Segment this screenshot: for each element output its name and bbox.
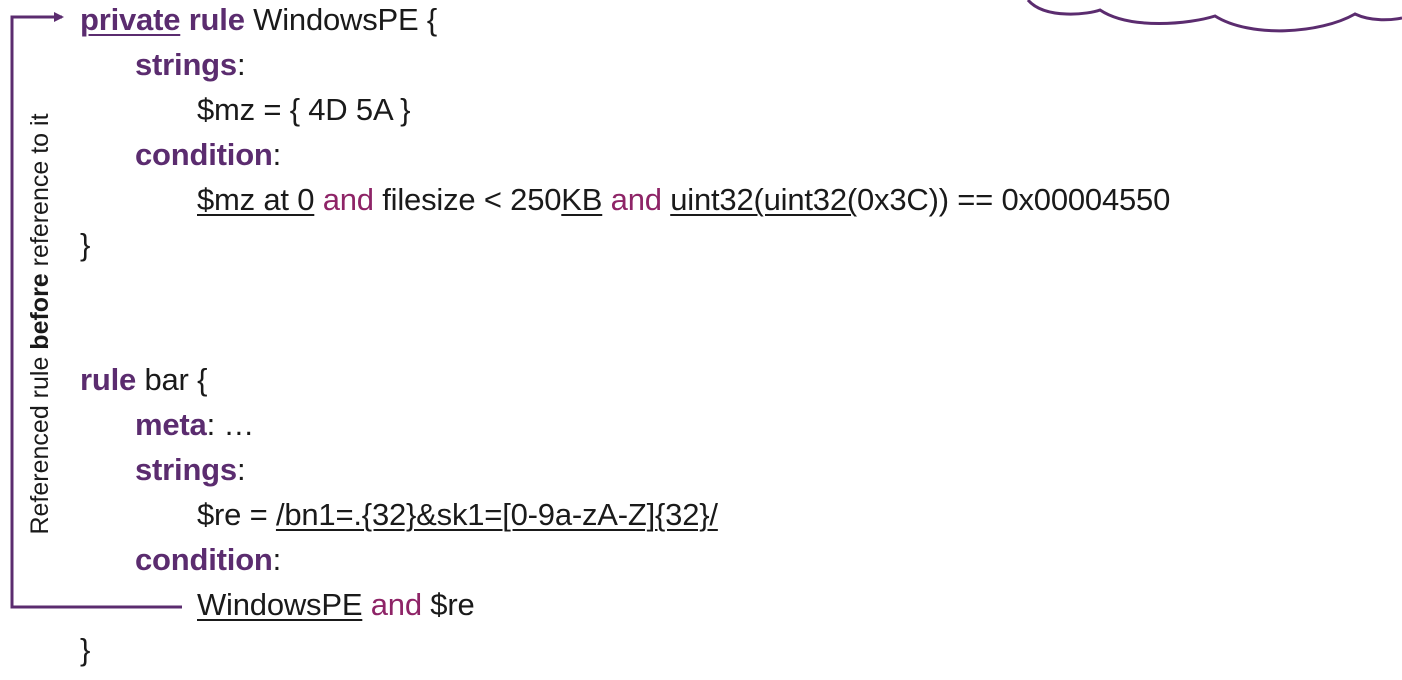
- rule-name: bar {: [136, 362, 208, 397]
- condition-keyword: condition: [135, 542, 273, 577]
- private-keyword: private: [80, 2, 181, 37]
- strings-keyword: strings: [135, 452, 237, 487]
- rule2-condition-expression: WindowsPE and $re: [197, 587, 475, 623]
- mz-at-zero: $mz at 0: [197, 182, 315, 217]
- strings-keyword: strings: [135, 47, 237, 82]
- regex-value: /bn1=.{32}&sk1=[0-9a-zA-Z]{32}/: [275, 497, 718, 532]
- rule1-condition-expression: $mz at 0 and filesize < 250KB and uint32…: [197, 182, 1170, 218]
- rule1-close-brace: }: [80, 227, 91, 262]
- condition-keyword: condition: [135, 137, 273, 172]
- rule1-condition-line: condition:: [135, 137, 282, 172]
- rule-keyword: rule: [80, 362, 137, 397]
- rule2-meta-line: meta: …: [135, 407, 255, 442]
- side-annotation-label: Referenced rule before reference to it: [26, 113, 54, 535]
- rule-name: WindowsPE {: [244, 2, 438, 37]
- windowspe-reference: WindowsPE: [197, 587, 363, 622]
- kb-unit: KB: [561, 182, 603, 217]
- rule2-condition-line: condition:: [135, 542, 282, 577]
- meta-keyword: meta: [135, 407, 207, 442]
- rule2-strings-line: strings:: [135, 452, 246, 487]
- and-operator: and: [610, 182, 662, 217]
- rule1-mz-definition: $mz = { 4D 5A }: [197, 92, 411, 127]
- filesize-expression: filesize < 250: [382, 182, 562, 217]
- uint32-call: uint32(uint32(: [670, 182, 857, 217]
- cloud-shape: [1026, 0, 1402, 33]
- rule-keyword: rule: [188, 2, 245, 37]
- and-operator: and: [322, 182, 374, 217]
- pe-signature-check: 0x3C)) == 0x00004550: [857, 182, 1171, 217]
- rule2-close-brace: }: [80, 632, 91, 667]
- and-operator: and: [370, 587, 422, 622]
- rule1-header-line: private rule WindowsPE {: [80, 2, 437, 38]
- rule2-header-line: rule bar {: [80, 362, 207, 398]
- re-variable: $re: [430, 587, 475, 622]
- rule2-re-definition: $re = /bn1=.{32}&sk1=[0-9a-zA-Z]{32}/: [197, 497, 718, 532]
- rule1-strings-line: strings:: [135, 47, 246, 82]
